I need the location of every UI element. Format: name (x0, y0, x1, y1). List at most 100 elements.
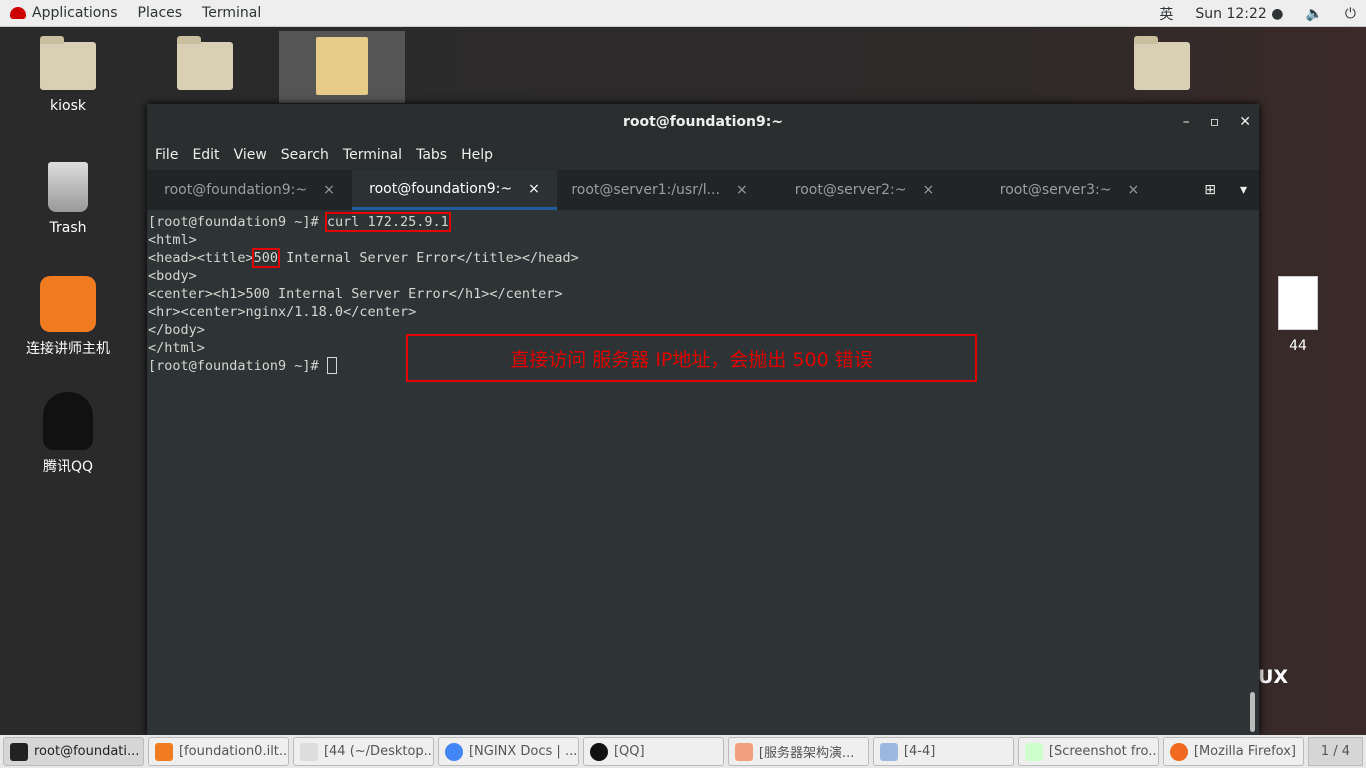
output-line: <html> (148, 232, 197, 248)
desktop-icon-44[interactable]: 44 (1243, 276, 1353, 354)
tab-close-icon[interactable]: × (323, 182, 335, 198)
menu-terminal[interactable]: Terminal (343, 147, 402, 163)
taskbar-label: [44 (~/Desktop... (323, 744, 434, 759)
taskbar-label: [4-4] (903, 744, 936, 759)
output-line: Internal Server Error</title></head> (278, 250, 579, 266)
taskbar-item-firefox[interactable]: [Mozilla Firefox] (1162, 737, 1304, 766)
icon-label: 腾讯QQ (42, 459, 94, 475)
workspace-pager[interactable]: 1 / 4 (1307, 737, 1364, 766)
icon-label: 44 (1289, 338, 1307, 354)
tabs-dropdown-icon[interactable]: ▾ (1240, 182, 1247, 198)
tab-close-icon[interactable]: × (923, 182, 935, 198)
qq-penguin-icon (43, 392, 93, 450)
tab-label: root@foundation9:~ (369, 180, 513, 197)
terminal-menu[interactable]: Terminal (192, 5, 271, 21)
close-button[interactable]: ✕ (1239, 104, 1251, 140)
folder-icon (177, 36, 233, 90)
applications-menu[interactable]: Applications (0, 5, 128, 21)
tab-close-icon[interactable]: × (736, 182, 748, 198)
screenshot-icon (1024, 742, 1043, 761)
clock[interactable]: Sun 12:22 ● (1195, 6, 1283, 22)
chrome-icon (444, 742, 463, 761)
power-icon[interactable]: ⏻ (1345, 6, 1356, 22)
desktop-icon-folder[interactable] (150, 36, 260, 90)
taskbar-label: [Mozilla Firefox] (1193, 744, 1296, 759)
window-title: root@foundation9:~ (622, 114, 784, 130)
desktop-icon-qq[interactable]: 腾讯QQ (13, 392, 123, 476)
menu-file[interactable]: File (155, 147, 178, 163)
taskbar-item-qq[interactable]: [QQ] (582, 737, 724, 766)
desktop-icon-package[interactable] (279, 31, 405, 103)
menu-view[interactable]: View (234, 147, 267, 163)
taskbar-label: [QQ] (613, 744, 645, 759)
icon-label: 连接讲师主机 (26, 341, 110, 357)
trash-icon (48, 162, 88, 212)
presentation-icon (734, 742, 753, 761)
prompt: [root@foundation9 ~]# (148, 358, 327, 374)
tab-server3[interactable]: root@server3:~ × (967, 170, 1172, 210)
tab-label: root@foundation9:~ (164, 182, 308, 198)
tab-close-icon[interactable]: × (528, 181, 540, 197)
home-folder-icon (40, 36, 96, 90)
scrollbar[interactable] (1250, 692, 1255, 732)
output-line: </body> (148, 322, 205, 338)
tab-server1[interactable]: root@server1:/usr/l... × (557, 170, 762, 210)
file-manager-icon (879, 742, 898, 761)
tab-label: root@server3:~ (999, 182, 1112, 198)
taskbar-item-chrome[interactable]: [NGINX Docs | ... (437, 737, 579, 766)
menu-help[interactable]: Help (461, 147, 493, 163)
firefox-icon (1169, 742, 1188, 761)
command-highlight: curl 172.25.9.1 (324, 212, 451, 232)
taskbar-label: [foundation0.ilt.... (178, 744, 289, 759)
taskbar-item-presentation[interactable]: [服务器架构演... (727, 737, 869, 766)
maximize-button[interactable]: ▫ (1210, 104, 1220, 140)
menu-edit[interactable]: Edit (192, 147, 219, 163)
menu-bar: File Edit View Search Terminal Tabs Help (147, 140, 1259, 170)
taskbar-label: [Screenshot fro... (1048, 744, 1159, 759)
taskbar-item-remote[interactable]: [foundation0.ilt.... (147, 737, 289, 766)
volume-icon[interactable]: 🔈 (1305, 6, 1322, 22)
taskbar-label: [NGINX Docs | ... (468, 744, 578, 759)
annotation-text: 直接访问 服务器 IP地址，会抛出 500 错误 (510, 348, 873, 371)
desktop-icon-kiosk[interactable]: kiosk (13, 36, 123, 114)
tab-close-icon[interactable]: × (1128, 182, 1140, 198)
output-line: <head><title> (148, 250, 254, 266)
remote-viewer-icon (40, 276, 96, 332)
places-menu[interactable]: Places (128, 5, 193, 21)
folder-icon (1134, 36, 1190, 90)
desktop-icon-folder-right[interactable] (1107, 36, 1217, 90)
menu-search[interactable]: Search (281, 147, 329, 163)
tab-foundation9-2[interactable]: root@foundation9:~ × (352, 170, 557, 210)
icon-label: Trash (49, 220, 87, 236)
taskbar-item-terminal[interactable]: root@foundati... (3, 737, 144, 766)
remote-viewer-icon (154, 742, 173, 761)
taskbar-item-screenshot[interactable]: [Screenshot fro... (1017, 737, 1159, 766)
output-line: <center><h1>500 Internal Server Error</h… (148, 286, 563, 302)
new-tab-icon[interactable]: ⊞ (1204, 182, 1216, 198)
output-line: <body> (148, 268, 197, 284)
package-icon (316, 37, 368, 95)
input-method[interactable]: 英 (1159, 4, 1173, 24)
menu-tabs[interactable]: Tabs (416, 147, 447, 163)
terminal-window: root@foundation9:~ – ▫ ✕ File Edit View Se… (147, 104, 1259, 735)
desktop-icon-remote[interactable]: 连接讲师主机 (13, 276, 123, 358)
tab-label: root@server2:~ (794, 182, 907, 198)
annotation-box: 直接访问 服务器 IP地址，会抛出 500 错误 (406, 334, 977, 382)
tab-server2[interactable]: root@server2:~ × (762, 170, 967, 210)
taskbar-label: root@foundati... (34, 744, 140, 759)
taskbar: root@foundati... [foundation0.ilt.... [4… (0, 735, 1366, 768)
qq-icon (589, 742, 608, 761)
taskbar-item-files[interactable]: [4-4] (872, 737, 1014, 766)
icon-label: kiosk (50, 98, 86, 114)
terminal-output[interactable]: [root@foundation9 ~]# curl 172.25.9.1 <h… (147, 210, 1247, 735)
window-titlebar[interactable]: root@foundation9:~ – ▫ ✕ (147, 104, 1259, 140)
tab-foundation9-1[interactable]: root@foundation9:~ × (147, 170, 352, 210)
minimize-button[interactable]: – (1183, 104, 1190, 140)
desktop-icon-trash[interactable]: Trash (13, 162, 123, 236)
taskbar-label: [服务器架构演... (758, 746, 855, 761)
redhat-icon (10, 7, 26, 19)
tab-label: root@server1:/usr/l... (571, 182, 720, 198)
taskbar-item-editor[interactable]: [44 (~/Desktop... (292, 737, 434, 766)
text-editor-icon (299, 742, 318, 761)
status-code-highlight: 500 (251, 248, 281, 268)
